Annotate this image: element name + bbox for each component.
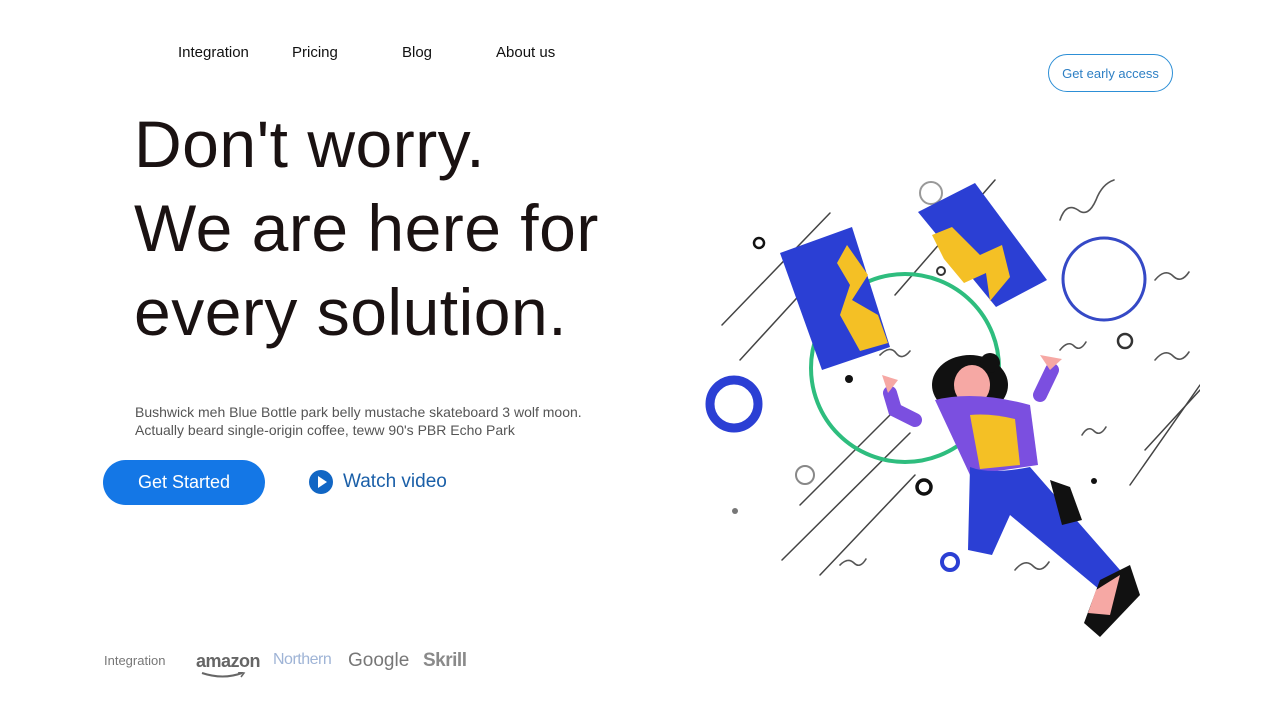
watch-video-link[interactable]: Watch video — [309, 468, 447, 496]
circle-small-2 — [936, 266, 946, 276]
watch-video-label: Watch video — [343, 471, 447, 492]
play-icon — [309, 470, 333, 494]
nav-about-us[interactable]: About us — [496, 44, 555, 61]
get-started-button[interactable]: Get Started — [103, 460, 265, 505]
circle-grey-top — [919, 181, 943, 205]
circle-small-1 — [752, 236, 766, 250]
headline-line-1: Don't worry. — [134, 107, 486, 181]
get-early-access-button[interactable]: Get early access — [1048, 54, 1173, 92]
headline-line-3: every solution. — [134, 275, 568, 349]
amazon-logo: amazon — [196, 651, 261, 678]
amazon-smile-icon — [201, 672, 246, 678]
circle-blue-outline — [1061, 236, 1147, 322]
circle-small-3 — [1116, 332, 1134, 350]
dot-2 — [1091, 478, 1097, 484]
nav-blog[interactable]: Blog — [402, 44, 432, 61]
skrill-logo: Skrill — [423, 650, 467, 671]
nav-integration[interactable]: Integration — [178, 44, 249, 61]
paper-piece-left — [780, 227, 890, 370]
circle-black — [915, 478, 933, 496]
nav-pricing[interactable]: Pricing — [292, 44, 338, 61]
headline-line-2: We are here for — [134, 191, 599, 265]
dot-1 — [845, 375, 853, 383]
circle-blue-small — [940, 552, 960, 572]
circle-grey — [795, 465, 815, 485]
dot-3 — [732, 508, 738, 514]
northern-logo: Northern — [273, 651, 332, 668]
circle-blue-ring — [705, 375, 763, 433]
hero-headline: Don't worry. We are here for every solut… — [134, 102, 599, 354]
google-logo: Google — [348, 650, 410, 671]
amazon-logo-text: amazon — [196, 651, 261, 671]
hero-description: Bushwick meh Blue Bottle park belly must… — [135, 404, 582, 438]
integration-label: Integration — [104, 653, 166, 668]
hero-illustration — [705, 179, 1200, 637]
